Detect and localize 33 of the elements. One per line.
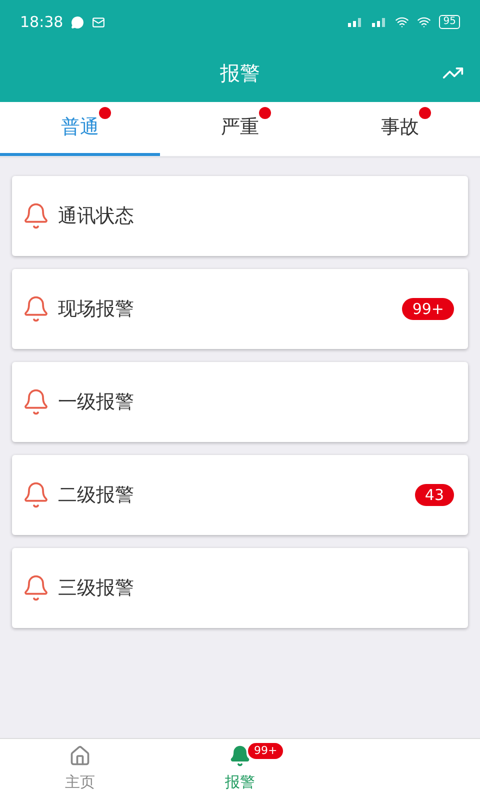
alarm-label: 现场报警 (58, 296, 135, 322)
bell-icon (22, 295, 50, 323)
alarm-card[interactable]: 二级报警 43 (12, 455, 468, 535)
chat-icon (71, 16, 84, 28)
tab[interactable]: 严重 (160, 102, 320, 156)
alarm-label: 二级报警 (58, 482, 135, 508)
alarm-card[interactable]: 三级报警 (12, 548, 468, 628)
nav-item[interactable]: 主页 (0, 739, 160, 800)
mail-icon (92, 16, 106, 28)
home-icon (69, 745, 91, 768)
battery-indicator: 95 (439, 15, 460, 29)
bell-icon (22, 481, 50, 509)
bell-icon (229, 745, 251, 768)
alarm-card[interactable]: 通讯状态 (12, 176, 468, 256)
count-badge: 99+ (248, 743, 284, 759)
wifi-icon (417, 15, 432, 29)
alarm-card[interactable]: 一级报警 (12, 362, 468, 442)
wifi-icon (395, 15, 410, 29)
tab[interactable]: 事故 (320, 102, 480, 156)
alarm-label: 通讯状态 (58, 204, 135, 229)
signal-icon (371, 17, 388, 27)
alarm-label: 三级报警 (58, 576, 135, 601)
alarm-label: 一级报警 (58, 390, 135, 415)
bell-icon (22, 202, 50, 230)
alarm-card[interactable]: 现场报警 99+ (12, 269, 468, 349)
count-badge: 99+ (402, 298, 454, 320)
page-title: 报警 (220, 60, 260, 87)
bell-icon (22, 574, 50, 602)
count-badge: 43 (414, 484, 454, 506)
signal-icon (347, 17, 364, 27)
nav-item[interactable]: 报警 99+ (160, 739, 320, 800)
bell-icon (22, 388, 50, 416)
status-time: 18:38 (20, 12, 64, 33)
